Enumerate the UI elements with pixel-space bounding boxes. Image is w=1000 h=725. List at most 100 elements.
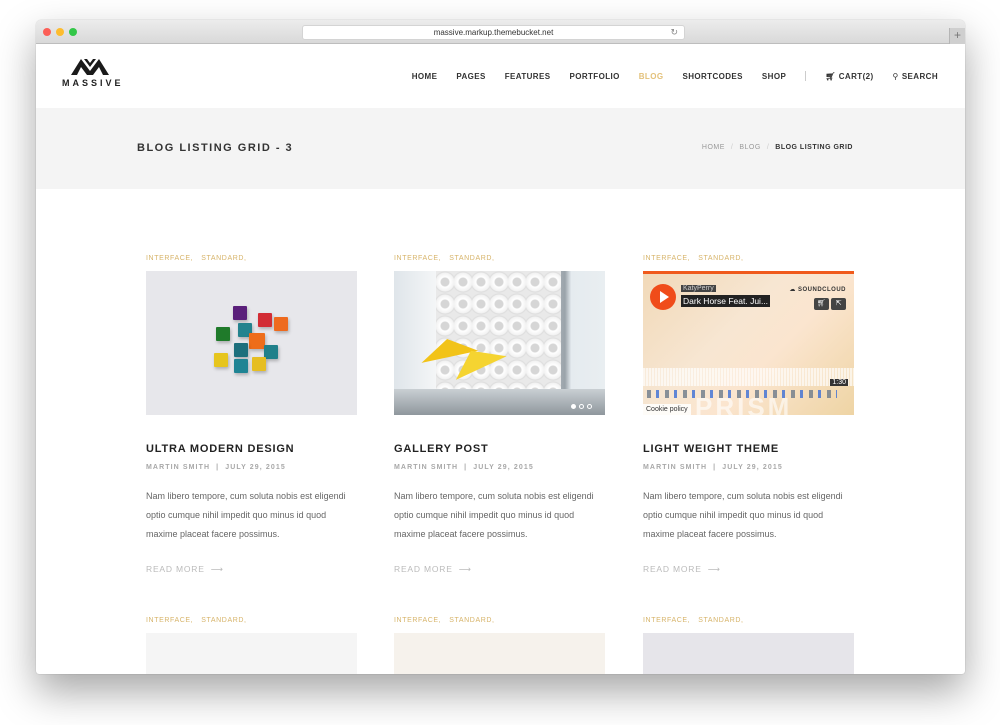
nav-cart[interactable]: 🛒︎ CART(2) [825, 72, 873, 81]
category-link[interactable]: INTERFACE, [394, 255, 441, 262]
site-header: MASSIVE HOME PAGES FEATURES PORTFOLIO BL… [36, 45, 965, 108]
plus-icon[interactable]: + [949, 28, 965, 44]
category-link[interactable]: STANDARD, [449, 255, 494, 262]
post-date: JULY 29, 2015 [473, 464, 534, 471]
arrow-right-icon: ⟶ [458, 564, 472, 574]
post-thumbnail[interactable] [146, 633, 357, 674]
page-title: BLOG LISTING GRID - 3 [137, 142, 294, 154]
category-link[interactable]: INTERFACE, [643, 255, 690, 262]
post-categories: INTERFACE, STANDARD, [394, 617, 605, 624]
site-logo[interactable]: MASSIVE [62, 57, 122, 88]
category-link[interactable]: STANDARD, [698, 617, 743, 624]
cube-shape [234, 343, 248, 357]
arrow-right-icon: ⟶ [707, 564, 721, 574]
post-thumbnail[interactable] [643, 633, 854, 674]
post-categories: INTERFACE, STANDARD, [394, 255, 605, 262]
read-more-label: READ MORE [146, 564, 205, 574]
soundcloud-logo[interactable]: ☁ SOUNDCLOUD [789, 286, 846, 293]
post-title[interactable]: LIGHT WEIGHT THEME [643, 443, 854, 455]
search-icon: ⚲ [892, 71, 899, 81]
post-thumbnail[interactable] [394, 633, 605, 674]
buy-cart-icon[interactable]: 🛒︎ [814, 298, 829, 310]
post-categories: INTERFACE, STANDARD, [643, 255, 854, 262]
maximize-window-button[interactable] [69, 28, 77, 36]
post-author: MARTIN SMITH [146, 464, 211, 471]
breadcrumb-home[interactable]: HOME [702, 144, 725, 151]
nav-blog[interactable]: BLOG [639, 72, 664, 81]
read-more-label: READ MORE [394, 564, 453, 574]
breadcrumb-current: BLOG LISTING GRID [775, 144, 853, 151]
category-link[interactable]: INTERFACE, [146, 617, 193, 624]
breadcrumb-blog[interactable]: BLOG [739, 144, 760, 151]
read-more-link[interactable]: READ MORE ⟶ [643, 564, 854, 575]
read-more-label: READ MORE [643, 564, 702, 574]
track-artist[interactable]: KatyPerry [681, 285, 716, 292]
post-meta: MARTIN SMITH | JULY 29, 2015 [394, 464, 605, 471]
page-title-band: BLOG LISTING GRID - 3 HOME / BLOG / BLOG… [36, 108, 965, 189]
category-link[interactable]: INTERFACE, [394, 617, 441, 624]
track-time: 1:30 [830, 379, 848, 386]
category-link[interactable]: STANDARD, [201, 617, 246, 624]
address-bar[interactable]: massive.markup.themebucket.net ↻ [302, 25, 685, 40]
play-icon[interactable] [650, 284, 676, 310]
blog-post-card: INTERFACE, STANDARD, ULTRA MODERN DESIGN … [146, 255, 357, 575]
cube-shape [258, 313, 272, 327]
post-date: JULY 29, 2015 [722, 464, 783, 471]
slider-dot[interactable] [571, 404, 576, 409]
nav-home[interactable]: HOME [412, 72, 438, 81]
read-more-link[interactable]: READ MORE ⟶ [146, 564, 357, 575]
post-date: JULY 29, 2015 [225, 464, 286, 471]
category-link[interactable]: INTERFACE, [643, 617, 690, 624]
cookie-policy-link[interactable]: Cookie policy [643, 404, 691, 415]
category-link[interactable]: INTERFACE, [146, 255, 193, 262]
blog-post-card: INTERFACE, STANDARD, PRISM KatyPerry Dark… [643, 255, 854, 575]
nav-shop[interactable]: SHOP [762, 72, 786, 81]
post-gallery-slider[interactable] [394, 271, 605, 415]
cube-shape [274, 317, 288, 331]
post-excerpt: Nam libero tempore, cum soluta nobis est… [146, 491, 346, 539]
breadcrumb-separator: / [730, 144, 734, 151]
blog-post-card: INTERFACE, STANDARD, [643, 617, 854, 674]
blog-post-card: INTERFACE, STANDARD, [394, 617, 605, 674]
post-title[interactable]: GALLERY POST [394, 443, 605, 455]
gallery-image-floor [394, 389, 605, 415]
reload-icon[interactable]: ↻ [670, 26, 678, 39]
category-link[interactable]: STANDARD, [201, 255, 246, 262]
category-link[interactable]: STANDARD, [698, 255, 743, 262]
track-title[interactable]: Dark Horse Feat. Jui... [681, 295, 771, 307]
cloud-icon: ☁ [789, 287, 798, 293]
nav-pages[interactable]: PAGES [456, 72, 485, 81]
cart-label: CART(2) [838, 71, 874, 81]
share-icon[interactable]: ⇱ [831, 298, 846, 310]
cube-shape [264, 345, 278, 359]
browser-titlebar: massive.markup.themebucket.net ↻ + [36, 20, 965, 44]
post-thumbnail[interactable] [146, 271, 357, 415]
cart-icon: 🛒︎ [825, 71, 836, 81]
close-window-button[interactable] [43, 28, 51, 36]
nav-search[interactable]: ⚲ SEARCH [893, 72, 938, 81]
waveform[interactable] [643, 368, 854, 386]
post-categories: INTERFACE, STANDARD, [146, 255, 357, 262]
nav-portfolio[interactable]: PORTFOLIO [569, 72, 619, 81]
meta-divider: | [216, 464, 220, 471]
slider-dot[interactable] [579, 404, 584, 409]
post-meta: MARTIN SMITH | JULY 29, 2015 [643, 464, 854, 471]
post-categories: INTERFACE, STANDARD, [643, 617, 854, 624]
nav-shortcodes[interactable]: SHORTCODES [682, 72, 742, 81]
gallery-image-wall [436, 271, 561, 401]
soundcloud-label: SOUNDCLOUD [798, 287, 846, 293]
post-categories: INTERFACE, STANDARD, [146, 617, 357, 624]
post-title[interactable]: ULTRA MODERN DESIGN [146, 443, 357, 455]
category-link[interactable]: STANDARD, [449, 617, 494, 624]
nav-features[interactable]: FEATURES [505, 72, 551, 81]
breadcrumb-separator: / [766, 144, 770, 151]
read-more-link[interactable]: READ MORE ⟶ [394, 564, 605, 575]
slider-dot[interactable] [587, 404, 592, 409]
player-actions: 🛒︎ ⇱ [812, 298, 846, 310]
minimize-window-button[interactable] [56, 28, 64, 36]
comment-avatars[interactable] [647, 390, 837, 398]
arrow-right-icon: ⟶ [210, 564, 224, 574]
url-text: massive.markup.themebucket.net [433, 28, 554, 37]
nav-divider [805, 71, 807, 81]
slider-dots [568, 404, 592, 409]
